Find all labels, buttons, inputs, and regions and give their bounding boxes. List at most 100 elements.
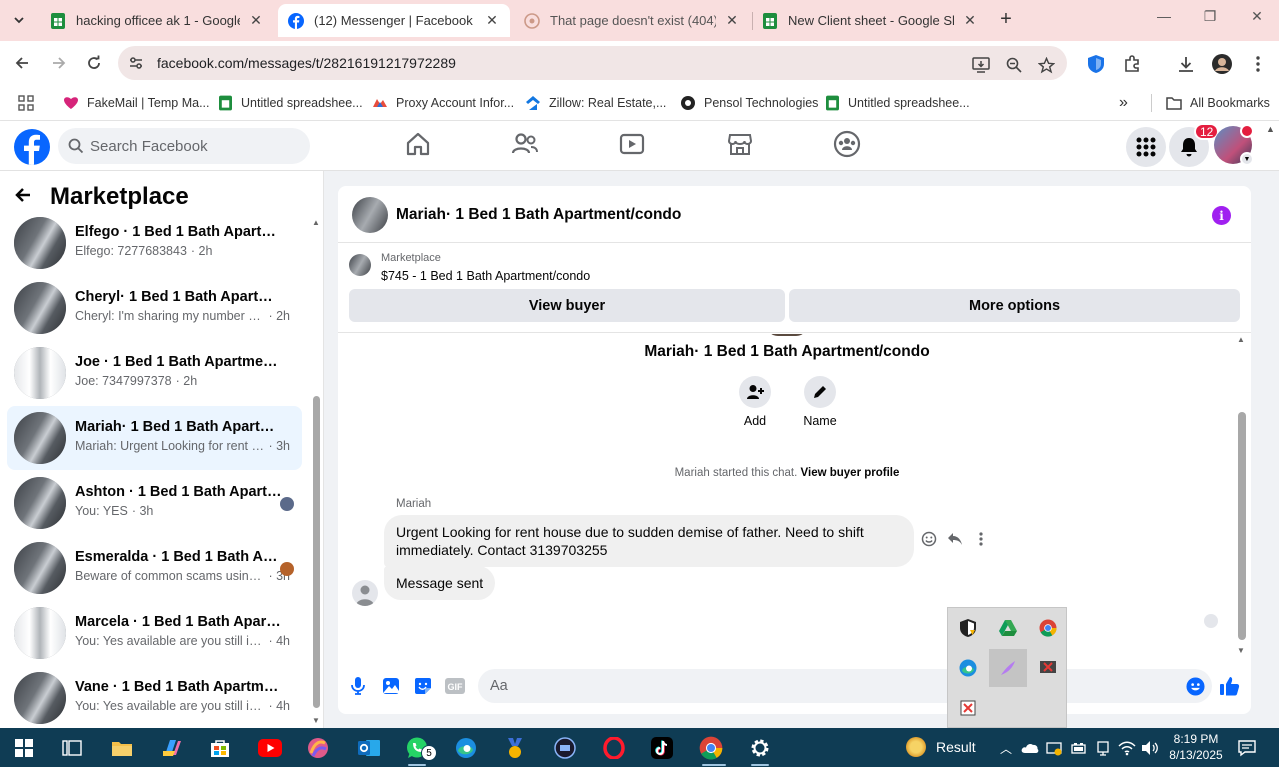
scroll-up-arrow[interactable]: ▲ (312, 218, 320, 227)
badge-app-taskbar[interactable] (501, 734, 529, 762)
restore-button[interactable]: ❐ (1195, 8, 1225, 25)
conversation-item[interactable]: Cheryl· 1 Bed 1 Bath Apartment/condo Cher… (7, 276, 302, 340)
nav-marketplace[interactable] (725, 129, 755, 159)
sticker-icon[interactable] (413, 676, 433, 696)
conversation-item[interactable]: Vane · 1 Bed 1 Bath Apartment/condo You: … (7, 666, 302, 728)
dark-app-taskbar[interactable] (551, 734, 579, 762)
conversation-item[interactable]: Mariah· 1 Bed 1 Bath Apartment/condo Mari… (7, 406, 302, 470)
settings-taskbar[interactable] (746, 734, 774, 762)
listing-price[interactable]: $745 - 1 Bed 1 Bath Apartment/condo (381, 269, 590, 283)
scroll-up-arrow[interactable]: ▲ (1237, 335, 1245, 344)
copilot-taskbar[interactable] (158, 734, 186, 762)
more-bookmarks-button[interactable]: » (1119, 92, 1128, 114)
edge-taskbar[interactable] (452, 734, 480, 762)
reload-button[interactable] (83, 52, 105, 74)
all-bookmarks-button[interactable]: All Bookmarks (1166, 92, 1270, 114)
message-input[interactable] (478, 669, 1212, 703)
task-view-button[interactable] (58, 734, 86, 762)
message-bubble[interactable]: Urgent Looking for rent house due to sud… (384, 515, 914, 567)
close-window-button[interactable]: ✕ (1242, 8, 1272, 25)
tab-hacking-officee[interactable]: hacking officee ak 1 - Google Sheets ✕ (40, 4, 274, 37)
bookmark-zillow[interactable]: Zillow: Real Estate,... (525, 92, 666, 114)
microphone-icon[interactable] (348, 676, 368, 696)
onedrive-icon[interactable] (1021, 739, 1039, 757)
vpn-shield-icon[interactable] (1085, 53, 1107, 75)
show-hidden-icons-button[interactable]: ︿ (997, 739, 1015, 757)
scrollbar-thumb[interactable] (1238, 412, 1246, 640)
search-input[interactable] (90, 128, 300, 164)
outlook-taskbar[interactable] (355, 734, 383, 762)
more-options-button[interactable]: More options (789, 289, 1240, 322)
new-tab-button[interactable]: + (994, 8, 1018, 31)
feather-tray-icon[interactable] (989, 649, 1027, 687)
colorful-app-taskbar[interactable] (304, 734, 332, 762)
tab-fiverr-404[interactable]: That page doesn't exist (404) - Fiverr ✕ (514, 4, 750, 37)
sender-avatar[interactable] (352, 580, 378, 606)
account-avatar[interactable]: ▼ (1214, 124, 1254, 166)
chrome-taskbar[interactable] (697, 734, 725, 762)
back-arrow-icon[interactable] (14, 184, 42, 210)
app-error-tray-icon[interactable] (949, 689, 987, 727)
thumbs-up-icon[interactable] (1220, 676, 1240, 696)
chat-avatar[interactable] (352, 197, 388, 233)
nav-groups[interactable] (832, 129, 862, 159)
minimize-button[interactable]: — (1149, 8, 1179, 24)
view-buyer-button[interactable]: View buyer (349, 289, 785, 322)
bookmark-fakemail[interactable]: FakeMail | Temp Ma... (63, 92, 210, 114)
file-explorer-taskbar[interactable] (108, 734, 136, 762)
apps-grid-button[interactable] (18, 92, 34, 114)
conversation-item[interactable]: Elfego · 1 Bed 1 Bath Apartment/condo Elf… (7, 211, 302, 275)
bookmark-untitled-spreadsheet-2[interactable]: Untitled spreadshee... (824, 92, 970, 114)
bookmark-proxy-account[interactable]: Proxy Account Infor... (372, 92, 514, 114)
emoji-icon[interactable] (1185, 676, 1205, 696)
edge-tray-icon[interactable] (949, 649, 987, 687)
google-drive-tray-icon[interactable] (989, 609, 1027, 647)
microsoft-store-taskbar[interactable] (206, 734, 234, 762)
close-tab-icon[interactable]: ✕ (484, 12, 500, 29)
menu-button[interactable] (1126, 127, 1166, 167)
battery-icon[interactable] (1070, 739, 1088, 757)
facebook-logo[interactable] (14, 129, 50, 165)
conversation-item[interactable]: Marcela · 1 Bed 1 Bath Apartment/condo Yo… (7, 601, 302, 665)
back-button[interactable] (11, 52, 33, 74)
tab-new-client-sheet[interactable]: New Client sheet - Google Sheets ✕ (752, 4, 988, 37)
view-buyer-profile-link[interactable]: View buyer profile (801, 467, 900, 479)
network-adapter-icon[interactable] (1094, 739, 1112, 757)
add-action[interactable]: Add (725, 376, 785, 428)
downloads-icon[interactable] (1175, 53, 1197, 75)
taskbar-clock[interactable]: 8:19 PM 8/13/2025 (1162, 731, 1230, 763)
forward-button[interactable] (48, 52, 70, 74)
youtube-taskbar[interactable] (256, 734, 284, 762)
browser-menu-icon[interactable] (1247, 53, 1269, 75)
facebook-search[interactable] (58, 128, 310, 164)
react-emoji-icon[interactable] (920, 530, 938, 548)
start-button[interactable] (10, 734, 38, 762)
listing-thumbnail[interactable] (349, 254, 371, 276)
volume-icon[interactable] (1141, 739, 1159, 757)
scroll-down-arrow[interactable]: ▼ (312, 716, 320, 725)
nav-video[interactable] (617, 129, 647, 159)
conversation-item[interactable]: Joe · 1 Bed 1 Bath Apartment/condo Joe: 7… (7, 341, 302, 405)
bookmark-pensol[interactable]: Pensol Technologies (680, 92, 818, 114)
reply-icon[interactable] (946, 530, 964, 548)
conversation-item[interactable]: Ashton · 1 Bed 1 Bath Apartment/condo You… (7, 471, 302, 535)
name-action[interactable]: Name (790, 376, 850, 428)
more-vertical-icon[interactable] (972, 530, 990, 548)
weather-widget[interactable]: Result (906, 737, 976, 757)
address-bar[interactable]: facebook.com/messages/t/2821619121797228… (118, 46, 1067, 80)
close-tab-icon[interactable]: ✕ (248, 12, 264, 29)
install-app-icon[interactable] (972, 56, 990, 74)
tab-search-button[interactable] (6, 8, 32, 32)
tiktok-taskbar[interactable] (648, 734, 676, 762)
display-error-tray-icon[interactable] (1029, 649, 1067, 687)
nav-friends[interactable] (510, 129, 540, 159)
update-alert-icon[interactable] (1045, 739, 1063, 757)
extensions-icon[interactable] (1121, 53, 1143, 75)
bookmark-untitled-spreadsheet-1[interactable]: Untitled spreadshee... (217, 92, 363, 114)
thread-scrollbar[interactable]: ▲ ▼ (1237, 334, 1247, 654)
conversation-item[interactable]: Esmeralda · 1 Bed 1 Bath Apartment/condo… (7, 536, 302, 600)
wifi-icon[interactable] (1118, 739, 1136, 757)
tab-messenger-facebook[interactable]: (12) Messenger | Facebook ✕ (278, 4, 510, 37)
opera-taskbar[interactable] (600, 734, 628, 762)
photo-icon[interactable] (381, 676, 401, 696)
